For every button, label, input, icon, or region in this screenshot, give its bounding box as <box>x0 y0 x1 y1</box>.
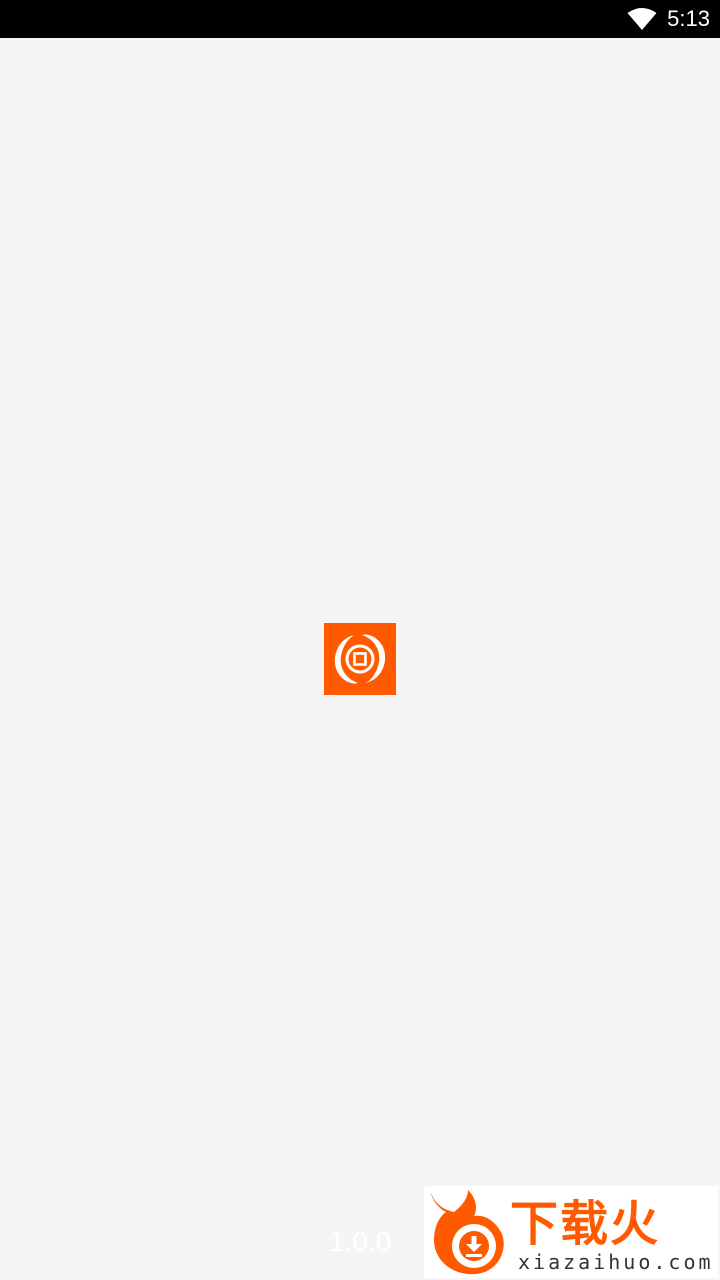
watermark-brand-en: xiazaihuo.com <box>518 1250 714 1274</box>
status-bar: 5:13 <box>0 0 720 38</box>
wifi-icon <box>627 8 657 30</box>
version-label: 1.0.0 <box>328 1226 392 1257</box>
app-logo-icon <box>324 623 396 695</box>
status-time: 5:13 <box>667 6 710 31</box>
watermark-brand-cn: 下载火 <box>510 1196 661 1252</box>
flame-download-icon <box>430 1190 504 1275</box>
watermark-logo: 下载火 xiazaihuo.com <box>424 1186 718 1278</box>
